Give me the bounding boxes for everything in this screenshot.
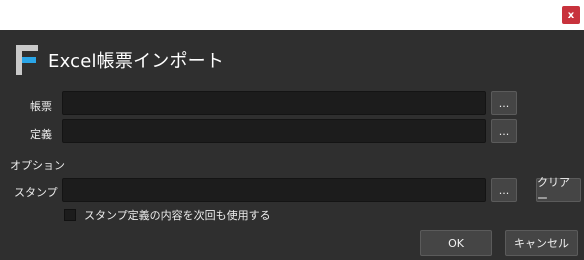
ok-button[interactable]: OK — [420, 230, 492, 256]
dialog-header: Excel帳票インポート — [16, 44, 224, 76]
stamp-browse-button[interactable]: ... — [491, 178, 517, 202]
import-dialog: Excel帳票インポート 帳票 ... 定義 ... オプション スタンプ ..… — [0, 30, 584, 260]
stamp-field[interactable] — [62, 178, 486, 202]
reuse-checkbox-row[interactable]: スタンプ定義の内容を次回も使用する — [64, 207, 271, 223]
clear-button[interactable]: クリアー — [536, 176, 581, 205]
dialog-title: Excel帳票インポート — [48, 51, 225, 72]
report-field[interactable] — [62, 91, 486, 115]
reuse-checkbox-label: スタンプ定義の内容を次回も使用する — [84, 209, 271, 222]
close-button[interactable]: x — [562, 6, 580, 24]
report-label: 帳票 — [30, 100, 52, 113]
options-heading: オプション — [10, 159, 65, 172]
definition-label: 定義 — [30, 128, 52, 141]
report-browse-button[interactable]: ... — [491, 91, 517, 115]
close-icon: x — [567, 9, 575, 21]
window-titlebar: x — [0, 0, 584, 30]
cancel-button[interactable]: キャンセル — [505, 230, 578, 256]
reuse-checkbox[interactable] — [64, 209, 76, 221]
stamp-label: スタンプ — [14, 186, 58, 199]
definition-field[interactable] — [62, 119, 486, 143]
definition-browse-button[interactable]: ... — [491, 119, 517, 143]
f-logo-icon — [16, 45, 38, 75]
